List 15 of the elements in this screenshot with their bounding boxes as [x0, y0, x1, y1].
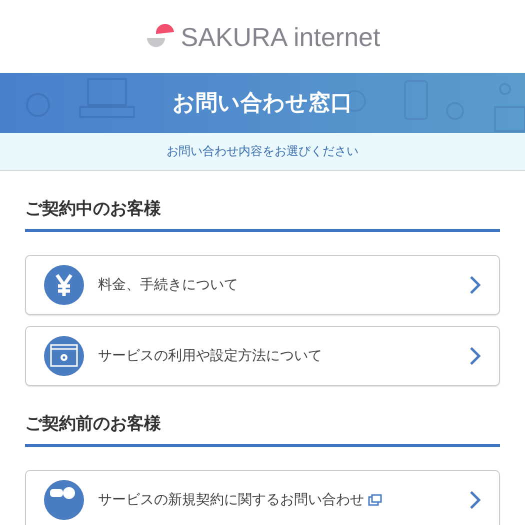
external-link-icon: [368, 494, 382, 506]
menu-card[interactable]: サービスの利用や設定方法について: [25, 326, 500, 386]
chevron-right-icon: [469, 490, 481, 510]
section-heading: ご契約前のお客様: [25, 412, 500, 447]
menu-card[interactable]: サービスの新規契約に関するお問い合わせ: [25, 470, 500, 525]
chat-icon: [44, 480, 84, 520]
chevron-right-icon: [469, 346, 481, 366]
section-heading: ご契約中のお客様: [25, 197, 500, 232]
chevron-right-icon: [469, 275, 481, 295]
menu-card[interactable]: 料金、手続きについて: [25, 255, 500, 315]
logo-text: SAKURA internet: [180, 22, 380, 53]
page-title: お問い合わせ窓口: [172, 90, 352, 118]
subtitle: お問い合わせ内容をお選びください: [166, 143, 358, 160]
settings-window-icon: [44, 336, 84, 376]
yen-icon: [44, 265, 84, 305]
